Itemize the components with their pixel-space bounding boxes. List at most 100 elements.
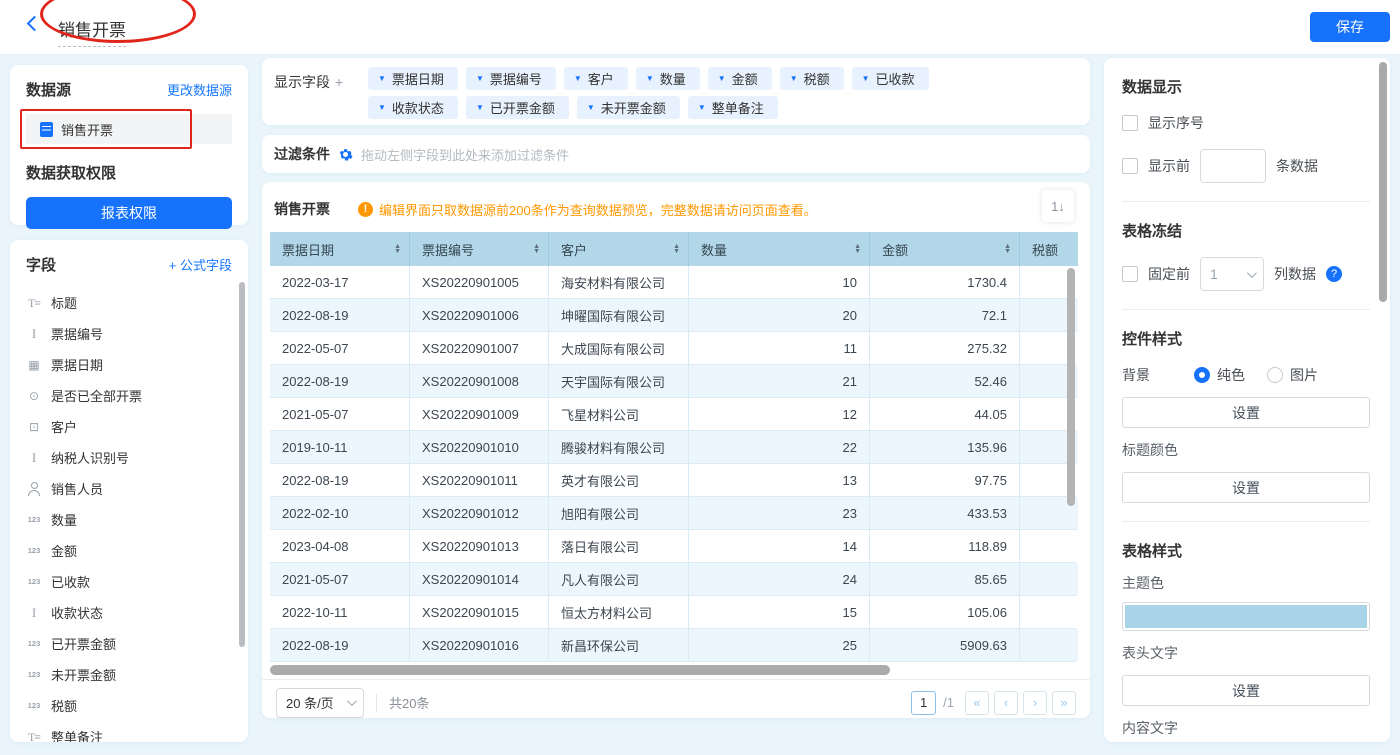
- table-row[interactable]: 2022-08-19XS20220901016新昌环保公司255909.63: [270, 629, 1078, 662]
- section-divider: [1122, 521, 1370, 522]
- radio-selected-icon[interactable]: [1194, 367, 1210, 383]
- column-header[interactable]: 客户▲▼: [549, 232, 689, 266]
- field-item[interactable]: 123税额: [26, 690, 232, 721]
- column-header[interactable]: 数量▲▼: [689, 232, 870, 266]
- sort-arrows-icon[interactable]: ▲▼: [394, 244, 401, 254]
- display-field-chip[interactable]: ▼已收款: [852, 67, 929, 90]
- display-field-chip[interactable]: ▼金额: [708, 67, 772, 90]
- field-item[interactable]: 123已收款: [26, 566, 232, 597]
- current-page-input[interactable]: 1: [911, 691, 936, 715]
- display-field-chip[interactable]: ▼整单备注: [688, 96, 778, 119]
- table-row[interactable]: 2019-10-11XS20220901010腾骏材料有限公司22135.96: [270, 431, 1078, 464]
- field-item[interactable]: 123数量: [26, 504, 232, 535]
- chevron-down-icon: ▼: [646, 74, 654, 83]
- field-item[interactable]: 123金额: [26, 535, 232, 566]
- column-header[interactable]: 金额▲▼: [870, 232, 1020, 266]
- display-field-chip[interactable]: ▼收款状态: [368, 96, 458, 119]
- field-item[interactable]: I收款状态: [26, 597, 232, 628]
- filter-panel[interactable]: 过滤条件 拖动左侧字段到此处来添加过滤条件: [262, 135, 1090, 173]
- settings-scrollbar-thumb[interactable]: [1379, 62, 1387, 302]
- back-icon[interactable]: [26, 17, 40, 31]
- image-option[interactable]: 图片: [1267, 365, 1318, 385]
- freeze-columns-checkbox[interactable]: [1122, 266, 1138, 282]
- datasource-item[interactable]: 销售开票: [26, 114, 232, 144]
- title-color-set-button[interactable]: 设置: [1122, 472, 1370, 503]
- gear-icon[interactable]: [338, 147, 353, 162]
- add-display-field-button[interactable]: +: [335, 74, 343, 90]
- last-page-button[interactable]: »: [1052, 691, 1076, 715]
- text-icon: I: [26, 451, 42, 465]
- field-item[interactable]: T≡标题: [26, 287, 232, 318]
- field-item[interactable]: 销售人员: [26, 473, 232, 504]
- chevron-down-icon: ▼: [476, 74, 484, 83]
- settings-scrollbar[interactable]: [1379, 62, 1387, 738]
- show-index-checkbox[interactable]: [1122, 115, 1138, 131]
- background-set-button[interactable]: 设置: [1122, 397, 1370, 428]
- display-field-chip-label: 票据编号: [490, 69, 542, 88]
- field-item[interactable]: 123未开票金额: [26, 659, 232, 690]
- settings-panel: 数据显示 显示序号 显示前 条数据 表格冻结 固定前 1 列数据 ? 控件样式 …: [1104, 58, 1390, 742]
- datasource-item-label: 销售开票: [61, 120, 113, 139]
- table-row[interactable]: 2022-08-19XS20220901011英才有限公司1397.75: [270, 464, 1078, 497]
- horizontal-scrollbar[interactable]: [270, 665, 1078, 675]
- display-field-chip[interactable]: ▼税额: [780, 67, 844, 90]
- table-row[interactable]: 2022-08-19XS20220901008天宇国际有限公司2152.46: [270, 365, 1078, 398]
- table-cell: 2022-10-11: [270, 596, 410, 629]
- sort-arrows-icon[interactable]: ▲▼: [854, 244, 861, 254]
- column-header[interactable]: 票据编号▲▼: [410, 232, 549, 266]
- sort-arrows-icon[interactable]: ▲▼: [673, 244, 680, 254]
- table-row[interactable]: 2022-05-07XS20220901007大成国际有限公司11275.32: [270, 332, 1078, 365]
- page-size-select[interactable]: 20 条/页: [276, 688, 364, 718]
- theme-color-picker[interactable]: [1122, 602, 1370, 631]
- report-permission-button[interactable]: 报表权限: [26, 197, 232, 229]
- add-formula-field-link[interactable]: + 公式字段: [169, 255, 232, 274]
- display-field-chip[interactable]: ▼票据日期: [368, 67, 458, 90]
- display-field-chip-label: 金额: [732, 69, 758, 88]
- horizontal-scrollbar-thumb[interactable]: [270, 665, 890, 675]
- table-row[interactable]: 2022-03-17XS20220901005海安材料有限公司101730.4: [270, 266, 1078, 299]
- field-item[interactable]: I纳税人识别号: [26, 442, 232, 473]
- next-page-button[interactable]: ›: [1023, 691, 1047, 715]
- sort-arrows-icon[interactable]: ▲▼: [1004, 244, 1011, 254]
- header-text-set-button[interactable]: 设置: [1122, 675, 1370, 706]
- show-first-checkbox[interactable]: [1122, 158, 1138, 174]
- change-datasource-link[interactable]: 更改数据源: [167, 80, 232, 99]
- save-button[interactable]: 保存: [1310, 12, 1390, 42]
- field-item[interactable]: ▦票据日期: [26, 349, 232, 380]
- field-item[interactable]: 123已开票金额: [26, 628, 232, 659]
- title-color-label: 标题颜色: [1122, 440, 1370, 460]
- solid-color-option[interactable]: 纯色: [1194, 365, 1245, 385]
- display-field-chip[interactable]: ▼ 票据编号: [466, 67, 556, 90]
- field-item[interactable]: T≡整单备注: [26, 721, 232, 742]
- row-count-input[interactable]: [1200, 149, 1266, 183]
- column-header[interactable]: 票据日期▲▼: [270, 232, 410, 266]
- display-field-chip[interactable]: ▼已开票金额: [466, 96, 569, 119]
- table-row[interactable]: 2021-05-07XS20220901014凡人有限公司2485.65: [270, 563, 1078, 596]
- display-field-chip[interactable]: ▼客户: [564, 67, 628, 90]
- radio-unselected-icon[interactable]: [1267, 367, 1283, 383]
- prev-page-button[interactable]: ‹: [994, 691, 1018, 715]
- field-item[interactable]: ⊙是否已全部开票: [26, 380, 232, 411]
- table-row[interactable]: 2022-08-19XS20220901006坤曜国际有限公司2072.1: [270, 299, 1078, 332]
- field-item-label: 税额: [51, 696, 77, 715]
- field-item[interactable]: I票据编号: [26, 318, 232, 349]
- table-row[interactable]: 2023-04-08XS20220901013落日有限公司14118.89: [270, 530, 1078, 563]
- column-header[interactable]: 税额: [1020, 232, 1076, 266]
- field-item[interactable]: ⊡客户: [26, 411, 232, 442]
- table-row[interactable]: 2022-10-11XS20220901015恒太方材料公司15105.06: [270, 596, 1078, 629]
- display-field-chip[interactable]: ▼未开票金额: [577, 96, 680, 119]
- chevron-down-icon: [347, 696, 357, 706]
- table-row[interactable]: 2021-05-07XS20220901009飞星材料公司1244.05: [270, 398, 1078, 431]
- fields-scrollbar[interactable]: [239, 282, 245, 647]
- table-cell: [1020, 629, 1076, 662]
- freeze-count-select[interactable]: 1: [1200, 257, 1264, 291]
- sort-arrows-icon[interactable]: ▲▼: [533, 244, 540, 254]
- table-cell: [1020, 596, 1076, 629]
- help-icon[interactable]: ?: [1326, 266, 1342, 282]
- vertical-scrollbar[interactable]: [1067, 268, 1075, 506]
- table-row[interactable]: 2022-02-10XS20220901012旭阳有限公司23433.53: [270, 497, 1078, 530]
- data-display-title: 数据显示: [1122, 76, 1370, 97]
- sort-order-icon[interactable]: 1↓: [1042, 190, 1074, 222]
- first-page-button[interactable]: «: [965, 691, 989, 715]
- display-field-chip[interactable]: ▼数量: [636, 67, 700, 90]
